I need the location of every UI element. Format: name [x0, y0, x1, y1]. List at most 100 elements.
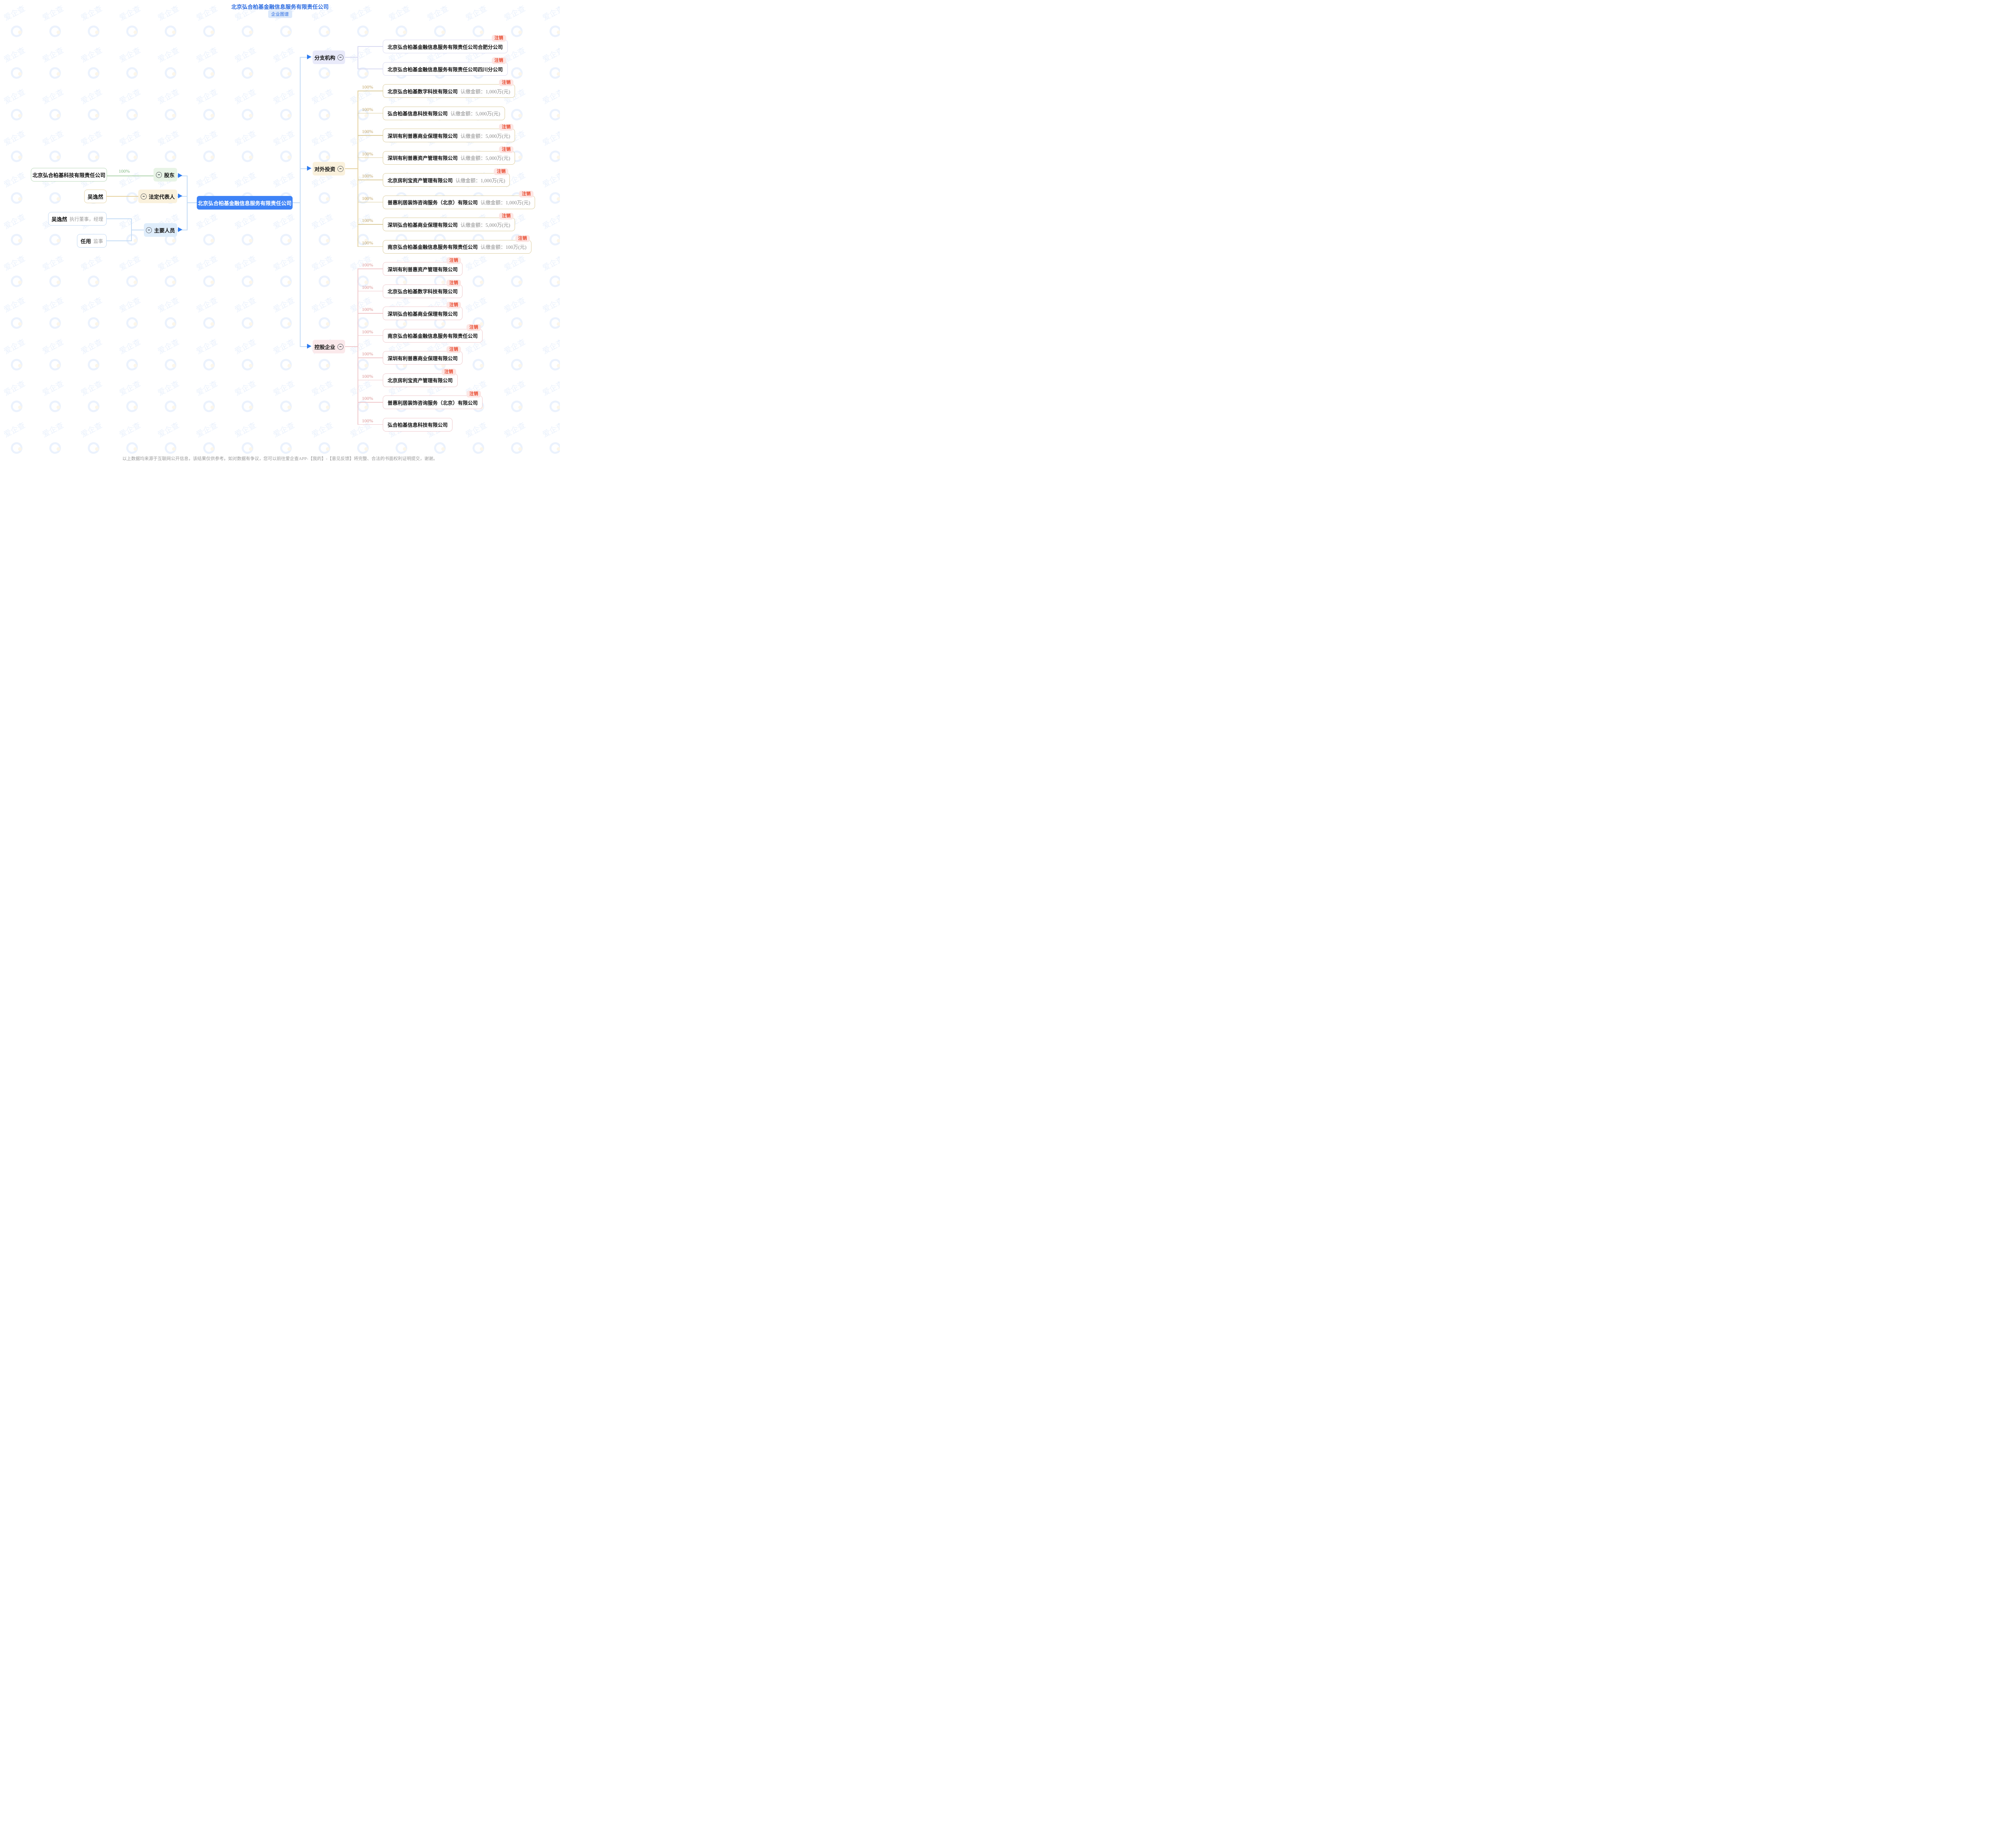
ownership-percent-label: 100%	[362, 129, 373, 135]
key-person-node[interactable]: 吴逸然 执行董事，经理	[48, 212, 107, 226]
collapse-icon[interactable]	[156, 172, 162, 178]
disclaimer-text: 以上数据均来源于互联网公开信息，该结果仅供参考。如对数据有争议，您可以前往爱企查…	[0, 455, 560, 462]
person-name: 任用	[81, 237, 91, 245]
collapse-icon[interactable]	[141, 194, 147, 200]
connector-line	[358, 357, 383, 358]
legal-rep-group-chip[interactable]: 法定代表人	[138, 190, 177, 203]
connector-line	[358, 313, 383, 314]
holding-company-node[interactable]: 弘合柏基信息科技有限公司	[383, 418, 453, 432]
row-connector: 100%	[358, 107, 383, 120]
arrow-icon	[307, 344, 311, 349]
shareholder-company-node[interactable]: 北京弘合柏基科技有限责任公司	[31, 168, 107, 182]
connector-line	[358, 424, 383, 425]
row-connector: 100%	[358, 262, 383, 276]
row-connector: 100%	[358, 395, 383, 409]
holding-company-node[interactable]: 南京弘合柏基金融信息服务有限责任公司 注销	[383, 329, 483, 343]
holding-company-node[interactable]: 深圳弘合柏基商业保理有限公司 注销	[383, 307, 463, 320]
status-badge: 注销	[499, 213, 513, 220]
row-connector: 100%	[358, 284, 383, 298]
status-badge: 注销	[492, 57, 506, 64]
connector-line	[293, 202, 300, 203]
holding-company-node[interactable]: 深圳有利普惠商业保理有限公司 注销	[383, 351, 463, 365]
investment-company-node[interactable]: 深圳有利普惠商业保理有限公司 认缴金额：5,000万(元) 注销	[383, 129, 515, 142]
row-connector: 100%	[358, 173, 383, 187]
graph-row: 100% 弘合柏基信息科技有限公司 认缴金额：5,000万(元)	[358, 107, 505, 120]
row-connector: 100%	[358, 240, 383, 254]
root-company-node[interactable]: 北京弘合柏基金融信息服务有限责任公司	[197, 196, 293, 210]
status-badge: 注销	[446, 280, 461, 286]
person-role: 执行董事，经理	[70, 216, 103, 222]
row-connector: 100%	[358, 373, 383, 387]
key-person-node[interactable]: 任用 监事	[77, 234, 107, 248]
company-name: 北京弘合柏基数字科技有限公司	[388, 287, 458, 295]
connector-line	[358, 113, 383, 114]
holding-company-node[interactable]: 普惠利居装饰咨询服务（北京）有限公司 注销	[383, 395, 483, 409]
investment-company-node[interactable]: 深圳有利普惠资产管理有限公司 认缴金额：5,000万(元) 注销	[383, 151, 515, 165]
holdings-group-chip[interactable]: 控股企业	[313, 340, 345, 353]
collapse-icon[interactable]	[337, 344, 343, 350]
status-badge: 注销	[492, 35, 506, 42]
group-label: 主要人员	[154, 226, 175, 234]
branch-company-node[interactable]: 北京弘合柏基金融信息服务有限责任公司四川分公司 注销	[383, 62, 508, 76]
graph-row: 100% 深圳有利普惠商业保理有限公司 注销	[358, 351, 463, 365]
status-badge: 注销	[446, 257, 461, 264]
company-name: 弘合柏基信息科技有限公司	[388, 421, 448, 428]
connector-line	[107, 240, 131, 241]
company-name: 北京弘合柏基金融信息服务有限责任公司合肥分公司	[388, 43, 503, 50]
investment-company-node[interactable]: 深圳弘合柏基商业保理有限公司 认缴金额：5,000万(元) 注销	[383, 218, 515, 231]
shareholder-group-chip[interactable]: 股东	[154, 168, 177, 182]
ownership-percent-label: 100%	[362, 284, 373, 291]
status-badge: 注销	[499, 146, 513, 153]
key-people-group-chip[interactable]: 主要人员	[144, 223, 177, 237]
collapse-icon[interactable]	[146, 227, 152, 233]
row-connector: 100%	[358, 129, 383, 142]
investment-company-node[interactable]: 弘合柏基信息科技有限公司 认缴金额：5,000万(元)	[383, 107, 505, 120]
subscribed-amount: 认缴金额：5,000万(元)	[461, 132, 510, 139]
holding-company-node[interactable]: 深圳有利普惠资产管理有限公司 注销	[383, 262, 463, 276]
holding-company-node[interactable]: 北京房利宝资产管理有限公司 注销	[383, 373, 458, 387]
connector-line	[358, 202, 383, 203]
company-name: 北京弘合柏基数字科技有限公司	[388, 87, 458, 95]
ownership-percent-label: 100%	[362, 196, 373, 202]
subscribed-amount: 认缴金额：1,000万(元)	[461, 87, 510, 95]
row-connector: 100%	[358, 329, 383, 343]
investments-group-chip[interactable]: 对外投资	[313, 162, 345, 176]
collapse-icon[interactable]	[337, 166, 343, 172]
ownership-percent-label: 100%	[362, 418, 373, 424]
status-badge: 注销	[494, 168, 508, 175]
subscribed-amount: 认缴金额：5,000万(元)	[450, 109, 500, 117]
company-name: 南京弘合柏基金融信息服务有限责任公司	[388, 243, 478, 250]
graph-title: 北京弘合柏基金融信息服务有限责任公司	[0, 2, 560, 10]
investment-company-node[interactable]: 北京弘合柏基数字科技有限公司 认缴金额：1,000万(元) 注销	[383, 84, 515, 98]
holding-company-node[interactable]: 北京弘合柏基数字科技有限公司 注销	[383, 284, 463, 298]
investment-company-node[interactable]: 北京房利宝资产管理有限公司 认缴金额：1,000万(元) 注销	[383, 173, 510, 187]
connector-line	[358, 268, 383, 269]
graph-row: 100% 北京弘合柏基数字科技有限公司 认缴金额：1,000万(元) 注销	[358, 84, 515, 98]
company-name: 深圳弘合柏基商业保理有限公司	[388, 310, 458, 317]
arrow-icon	[178, 194, 182, 198]
legal-rep-person-node[interactable]: 吴逸然	[84, 190, 107, 203]
collapse-icon[interactable]	[337, 54, 343, 61]
ownership-percent-label: 100%	[362, 240, 373, 246]
connector-line	[358, 157, 383, 158]
person-name: 吴逸然	[51, 215, 67, 223]
row-connector: 100%	[358, 151, 383, 165]
connector-line	[358, 402, 383, 403]
graph-row: 100% 普惠利居装饰咨询服务（北京）有限公司 认缴金额：1,000万(元) 注…	[358, 196, 535, 209]
subscribed-amount: 认缴金额：5,000万(元)	[461, 221, 510, 228]
arrow-icon	[307, 166, 311, 171]
graph-row: 100% 深圳有利普惠资产管理有限公司 认缴金额：5,000万(元) 注销	[358, 151, 515, 165]
graph-row: 100% 北京房利宝资产管理有限公司 注销	[358, 373, 458, 387]
row-connector	[358, 40, 383, 53]
company-name: 北京房利宝资产管理有限公司	[388, 176, 453, 184]
investment-company-node[interactable]: 南京弘合柏基金融信息服务有限责任公司 认缴金额：100万(元) 注销	[383, 240, 531, 254]
connector-line	[358, 224, 383, 225]
ownership-percent-label: 100%	[119, 168, 130, 174]
branches-group-chip[interactable]: 分支机构	[313, 50, 345, 64]
company-name: 北京房利宝资产管理有限公司	[388, 376, 453, 384]
branch-company-node[interactable]: 北京弘合柏基金融信息服务有限责任公司合肥分公司 注销	[383, 40, 508, 53]
person-role: 监事	[93, 238, 103, 244]
graph-row: 北京弘合柏基金融信息服务有限责任公司四川分公司 注销	[358, 62, 508, 76]
ownership-percent-label: 100%	[362, 395, 373, 401]
investment-company-node[interactable]: 普惠利居装饰咨询服务（北京）有限公司 认缴金额：1,000万(元) 注销	[383, 196, 535, 209]
